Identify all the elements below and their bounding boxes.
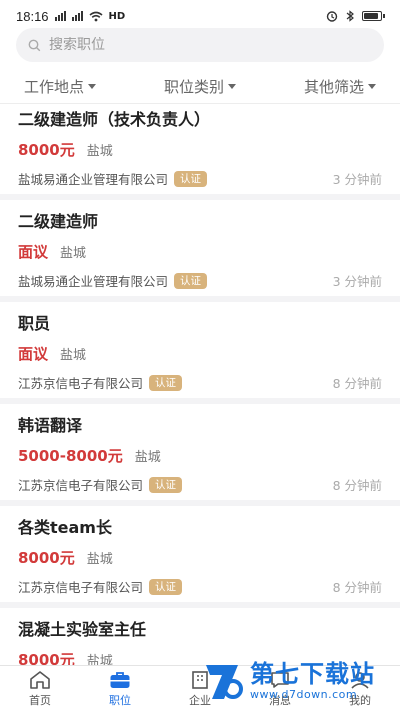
job-city: 盐城	[60, 246, 87, 261]
post-time: 8 分钟前	[332, 478, 382, 493]
job-city: 盐城	[86, 654, 113, 665]
watermark-title: 第七下载站	[250, 660, 375, 688]
post-time: 3 分钟前	[332, 172, 382, 187]
verified-badge: 认证	[149, 578, 183, 595]
job-title: 韩语翻译	[18, 416, 83, 435]
company-name: 江苏京信电子有限公司	[18, 580, 144, 595]
battery-icon	[362, 11, 385, 21]
job-list: 二级建造师（技术负责人） 8000元 盐城 盐城易通企业管理有限公司 认证 3 …	[0, 98, 400, 665]
job-city: 盐城	[86, 552, 113, 567]
search-icon	[28, 39, 41, 51]
filter-label: 其他筛选	[303, 78, 364, 96]
company-name: 盐城易通企业管理有限公司	[18, 274, 169, 289]
company-name: 江苏京信电子有限公司	[18, 376, 144, 391]
job-title: 职员	[18, 314, 51, 333]
job-item[interactable]: 韩语翻译 5000-8000元 盐城 江苏京信电子有限公司 认证 8 分钟前	[0, 404, 400, 506]
verified-badge: 认证	[149, 374, 183, 391]
filter-category[interactable]: 职位类别	[164, 76, 236, 97]
filter-other[interactable]: 其他筛选	[304, 76, 376, 97]
search-input[interactable]	[49, 37, 372, 53]
tab-label: 首页	[29, 693, 51, 707]
alarm-icon	[326, 11, 338, 22]
search-bar[interactable]	[16, 28, 384, 62]
job-city: 盐城	[86, 144, 113, 159]
filter-label: 职位类别	[163, 78, 224, 96]
verified-badge: 认证	[174, 170, 208, 187]
watermark-url: www.d7down.com	[250, 688, 358, 701]
tab-home[interactable]: 首页	[0, 666, 80, 711]
d7-logo-icon	[206, 665, 243, 699]
bluetooth-icon	[346, 10, 354, 22]
job-title: 混凝土实验室主任	[18, 620, 147, 639]
job-title: 二级建造师（技术负责人）	[18, 110, 211, 129]
filter-location[interactable]: 工作地点	[24, 76, 97, 97]
job-item[interactable]: 二级建造师（技术负责人） 8000元 盐城 盐城易通企业管理有限公司 认证 3 …	[0, 98, 400, 200]
job-city: 盐城	[134, 450, 161, 465]
verified-badge: 认证	[149, 476, 183, 493]
caret-down-icon	[367, 84, 376, 89]
caret-down-icon	[88, 84, 97, 89]
job-item[interactable]: 各类team长 8000元 盐城 江苏京信电子有限公司 认证 8 分钟前	[0, 506, 400, 608]
job-city: 盐城	[60, 348, 87, 363]
verified-badge: 认证	[174, 272, 208, 289]
job-salary: 5000-8000元	[18, 447, 123, 465]
job-salary: 8000元	[18, 651, 75, 665]
job-salary: 8000元	[18, 549, 75, 567]
post-time: 8 分钟前	[332, 376, 382, 391]
signal-icon	[54, 11, 66, 21]
job-title: 各类team长	[18, 518, 112, 537]
caret-down-icon	[228, 84, 236, 89]
job-salary: 面议	[18, 345, 49, 363]
network-type: HD	[108, 10, 126, 22]
job-salary: 面议	[18, 243, 49, 261]
signal-icon-secondary	[71, 11, 83, 21]
job-item[interactable]: 二级建造师 面议 盐城 盐城易通企业管理有限公司 认证 3 分钟前	[0, 200, 400, 302]
filter-label: 工作地点	[24, 78, 85, 96]
wifi-icon	[89, 11, 103, 21]
status-time: 18:16	[16, 8, 49, 24]
home-icon	[30, 670, 50, 689]
post-time: 8 分钟前	[332, 580, 382, 595]
job-item[interactable]: 职员 面议 盐城 江苏京信电子有限公司 认证 8 分钟前	[0, 302, 400, 404]
tab-jobs[interactable]: 职位	[80, 666, 160, 711]
tab-label: 职位	[109, 693, 131, 707]
post-time: 3 分钟前	[332, 274, 382, 289]
briefcase-icon	[110, 671, 130, 688]
watermark: 第七下载站 www.d7down.com	[202, 655, 392, 707]
job-title: 二级建造师	[18, 212, 99, 231]
job-salary: 8000元	[18, 141, 75, 159]
company-name: 江苏京信电子有限公司	[18, 478, 144, 493]
company-name: 盐城易通企业管理有限公司	[18, 172, 169, 187]
